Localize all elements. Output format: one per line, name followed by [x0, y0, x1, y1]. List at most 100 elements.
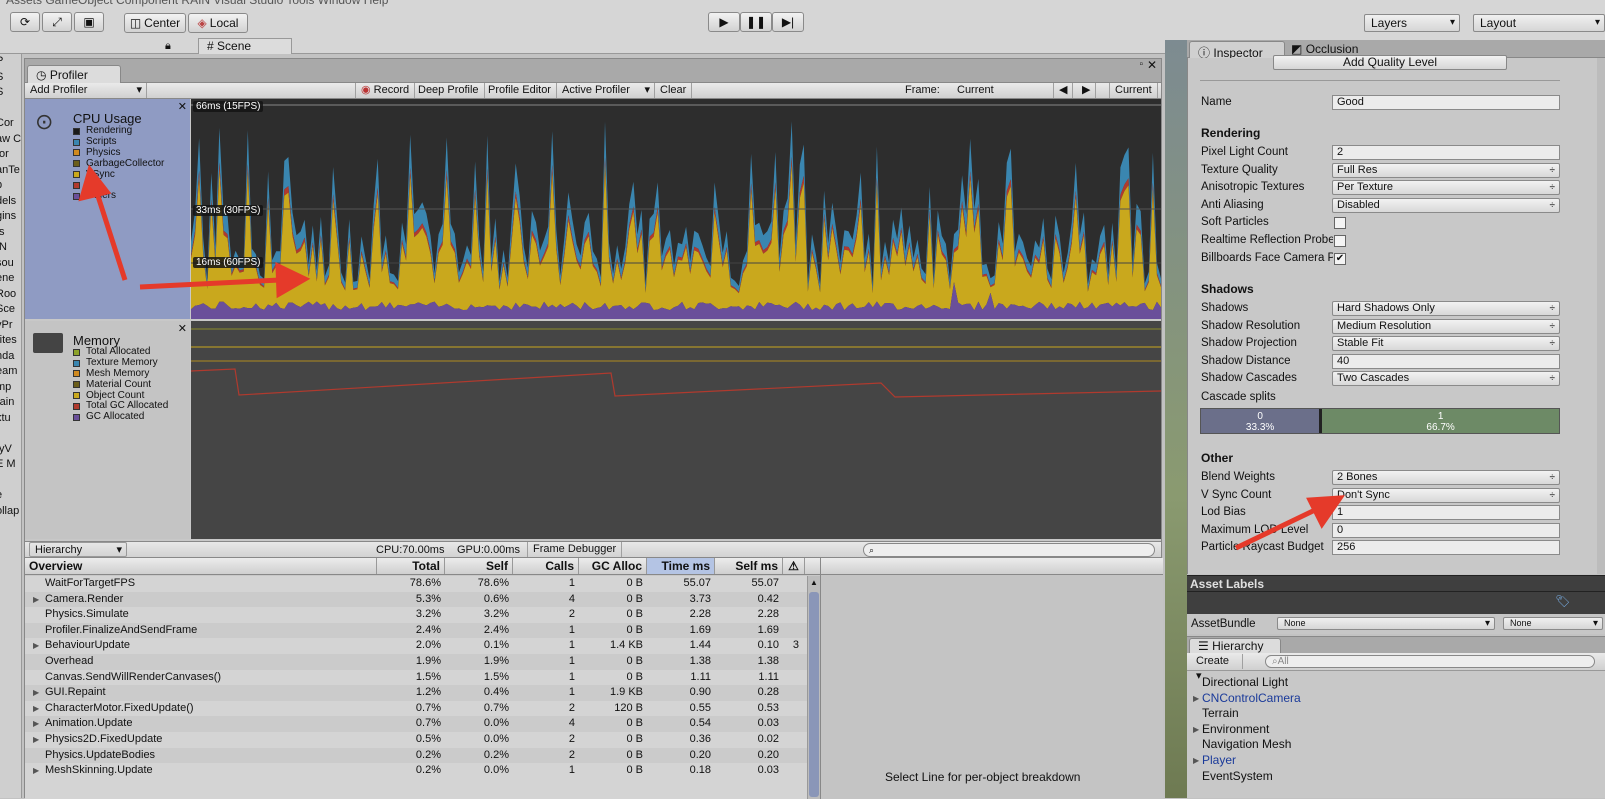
- expand-arrow-icon[interactable]: ▶: [1193, 691, 1199, 707]
- table-row[interactable]: ▶ GUI.Repaint 1.2% 0.4% 1 1.9 KB 0.90 0.28: [25, 685, 810, 701]
- legend-item[interactable]: Scripts: [73, 137, 164, 148]
- cpu-usage-chart[interactable]: 66ms (15FPS) 33ms (30FPS) 16ms (60FPS): [191, 99, 1161, 319]
- project-item-fragment[interactable]: P: [0, 54, 21, 70]
- project-item-fragment[interactable]: eam: [0, 364, 21, 380]
- expand-arrow-icon[interactable]: ▶: [33, 685, 39, 701]
- col-self-ms[interactable]: Self ms: [715, 558, 783, 574]
- expand-arrow-icon[interactable]: ▶: [33, 732, 39, 748]
- legend-item[interactable]: Material Count: [73, 379, 168, 390]
- project-item-fragment[interactable]: gins: [0, 209, 21, 225]
- table-row[interactable]: Physics.UpdateBodies 0.2% 0.2% 2 0 B 0.20 0.20: [25, 747, 810, 764]
- col-total[interactable]: Total: [377, 558, 445, 574]
- create-dropdown[interactable]: Create ▾: [1191, 654, 1243, 682]
- project-item-fragment[interactable]: [0, 101, 21, 117]
- view-mode-dropdown[interactable]: Hierarchy ▾: [29, 542, 127, 557]
- setting-dropdown[interactable]: Medium Resolution: [1332, 318, 1560, 334]
- legend-item[interactable]: Mesh Memory: [73, 368, 168, 380]
- project-item-fragment[interactable]: sou: [0, 256, 21, 272]
- table-scrollbar[interactable]: ▲: [807, 576, 820, 799]
- hierarchy-item[interactable]: ▶ CNControlCamera: [1193, 691, 1301, 707]
- table-row[interactable]: ▶ Physics2D.FixedUpdate 0.5% 0.0% 2 0 B 0.36 0.…: [25, 732, 810, 748]
- project-item-fragment[interactable]: Cor: [0, 116, 21, 132]
- legend-item[interactable]: Texture Memory: [73, 358, 168, 369]
- hierarchy-item[interactable]: ▶ Environment: [1193, 722, 1269, 738]
- setting-dropdown[interactable]: Don't Sync: [1332, 487, 1560, 503]
- current-frame-button[interactable]: Current: [1109, 83, 1158, 98]
- cascade-segment[interactable]: 1 66.7%: [1319, 409, 1559, 433]
- hierarchy-item[interactable]: ▶ Player: [1193, 753, 1236, 769]
- legend-item[interactable]: Rendering: [73, 126, 164, 137]
- scrollbar-thumb[interactable]: [809, 592, 819, 797]
- rotate-tool-icon[interactable]: ⟳: [10, 12, 40, 32]
- scale-tool-icon[interactable]: ⤢: [42, 12, 72, 32]
- project-item-fragment[interactable]: mp: [0, 380, 21, 396]
- project-item-fragment[interactable]: dels: [0, 194, 21, 210]
- setting-field[interactable]: 0: [1332, 522, 1560, 538]
- table-row[interactable]: Physics.Simulate 3.2% 3.2% 2 0 B 2.28 2.28: [25, 607, 810, 623]
- memory-legend-panel[interactable]: Memory ✕ Total Allocated Texture Memory Me…: [25, 321, 190, 539]
- setting-dropdown[interactable]: Two Cascades: [1332, 371, 1560, 387]
- project-item-fragment[interactable]: fs: [0, 225, 21, 241]
- table-row[interactable]: WaitForTargetFPS 78.6% 78.6% 1 0 B 55.07 55.07: [25, 576, 810, 592]
- add-profiler-dropdown[interactable]: Add Profiler ▾: [25, 83, 147, 98]
- expand-arrow-icon[interactable]: ▶: [1193, 722, 1199, 738]
- legend-item[interactable]: GarbageCollector: [73, 158, 164, 169]
- legend-item[interactable]: Total GC Allocated: [73, 401, 168, 412]
- table-row[interactable]: Canvas.SendWillRenderCanvases() 1.5% 1.5% 1…: [25, 669, 810, 686]
- setting-dropdown[interactable]: Disabled: [1332, 197, 1560, 213]
- project-item-fragment[interactable]: anTe: [0, 163, 21, 179]
- setting-dropdown[interactable]: Hard Shadows Only: [1332, 301, 1560, 316]
- deep-profile-button[interactable]: Deep Profile: [413, 83, 485, 98]
- cascade-segment[interactable]: 0 33.3%: [1201, 409, 1320, 433]
- close-window-icon[interactable]: ✕: [1147, 58, 1157, 72]
- scene-tab[interactable]: # Scene: [198, 38, 292, 54]
- setting-field[interactable]: 2: [1332, 145, 1560, 160]
- legend-item[interactable]: Object Count: [73, 390, 168, 401]
- project-item-fragment[interactable]: aw C: [0, 132, 21, 148]
- frame-debugger-button[interactable]: Frame Debugger: [527, 542, 623, 557]
- warning-icon[interactable]: ⚠: [783, 558, 805, 574]
- setting-checkbox[interactable]: [1334, 217, 1346, 230]
- project-item-fragment[interactable]: IN: [0, 240, 21, 256]
- project-item-fragment[interactable]: rites: [0, 333, 21, 349]
- assetbundle-dropdown[interactable]: None: [1277, 617, 1495, 630]
- project-item-fragment[interactable]: yPr: [0, 318, 21, 334]
- col-gc-alloc[interactable]: GC Alloc: [579, 558, 647, 574]
- project-item-fragment[interactable]: ene: [0, 271, 21, 287]
- table-row[interactable]: ▶ CharacterMotor.FixedUpdate() 0.7% 0.7% 2 12…: [25, 700, 810, 717]
- assetbundle-variant-dropdown[interactable]: None: [1503, 617, 1603, 630]
- setting-dropdown[interactable]: Per Texture: [1332, 180, 1560, 196]
- hierarchy-item[interactable]: Navigation Mesh: [1202, 737, 1291, 753]
- cpu-legend-panel[interactable]: ⊙ CPU Usage ✕ Rendering Scripts Physics Gar…: [25, 99, 190, 319]
- layers-dropdown[interactable]: Layers: [1364, 14, 1460, 32]
- hierarchy-tab[interactable]: ☰ Hierarchy: [1189, 638, 1281, 653]
- setting-field[interactable]: 1: [1332, 505, 1560, 521]
- hierarchy-item[interactable]: Directional Light: [1202, 675, 1288, 691]
- expand-arrow-icon[interactable]: ▶: [33, 592, 39, 608]
- setting-field[interactable]: 256: [1332, 540, 1560, 556]
- legend-item[interactable]: Others: [73, 191, 164, 202]
- clear-button[interactable]: Clear: [655, 83, 693, 98]
- table-row[interactable]: ▶ MeshSkinning.Update 0.2% 0.0% 1 0 B 0.18 0.03: [25, 763, 810, 779]
- setting-dropdown[interactable]: Stable Fit: [1332, 336, 1560, 352]
- setting-field[interactable]: 40: [1332, 353, 1560, 369]
- col-time-ms[interactable]: Time ms: [647, 558, 715, 574]
- record-button[interactable]: ◉ Record: [355, 83, 416, 98]
- project-item-fragment[interactable]: Roo: [0, 287, 21, 303]
- name-field[interactable]: Good: [1332, 95, 1560, 110]
- lock-icon[interactable]: 🔒︎: [165, 40, 171, 53]
- project-item-fragment[interactable]: E M: [0, 457, 21, 473]
- rect-tool-icon[interactable]: ▣: [74, 12, 104, 32]
- project-item-fragment[interactable]: tyV: [0, 442, 21, 458]
- play-button[interactable]: ▶: [708, 12, 740, 32]
- tag-icon[interactable]: 🏷︎: [1555, 594, 1570, 608]
- project-item-fragment[interactable]: [0, 473, 21, 489]
- project-item-fragment[interactable]: [0, 426, 21, 442]
- close-cpu-icon[interactable]: ✕: [178, 100, 187, 113]
- scroll-up-icon[interactable]: ▲: [810, 578, 818, 587]
- expand-arrow-icon[interactable]: ▶: [33, 701, 39, 717]
- setting-checkbox[interactable]: ✔: [1334, 252, 1346, 265]
- legend-item[interactable]: Physics: [73, 147, 164, 159]
- table-row[interactable]: Profiler.FinalizeAndSendFrame 2.4% 2.4% 1 0 …: [25, 622, 810, 639]
- prev-frame-button[interactable]: ◀: [1053, 83, 1074, 98]
